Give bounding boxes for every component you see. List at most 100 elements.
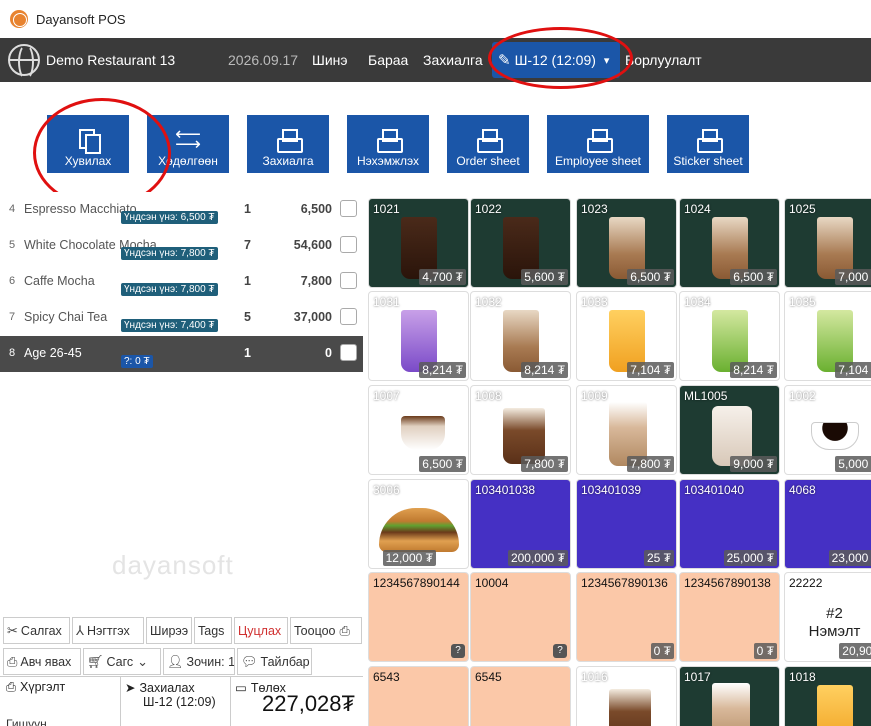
product-tile[interactable]: 10004? — [470, 572, 571, 662]
cart-button[interactable]: 🛒︎ Сагс ⌄ — [83, 648, 161, 675]
cancel-button[interactable]: Цуцлах — [234, 617, 288, 644]
product-tile[interactable]: 1035 7,104 ₮ — [784, 291, 871, 381]
takeaway-button[interactable]: ⎙ Авч явах — [3, 648, 81, 675]
product-text: #2 Нэмэлт — [808, 605, 861, 640]
product-tile[interactable]: 1031 8,214 ₮ — [368, 291, 469, 381]
drink-image — [712, 683, 750, 726]
product-tile[interactable]: 1008 7,800 ₮ — [470, 385, 571, 475]
order-row[interactable]: 7 Spicy Chai Tea Үндсэн үнэ: 7,400 ₮ 5 37,00… — [0, 300, 363, 336]
order-row[interactable]: 5 White Chocolate Mocha Үндсэн үнэ: 7,800 … — [0, 228, 363, 264]
order-index: 6 — [9, 275, 16, 287]
nav-goods[interactable]: Бараа — [368, 52, 408, 68]
row-checkbox[interactable] — [340, 344, 357, 361]
product-tile[interactable]: 1007 6,500 ₮ — [368, 385, 469, 475]
member-label: Гишүүн — [6, 717, 47, 726]
product-tile[interactable]: 1032 8,214 ₮ — [470, 291, 571, 381]
product-tile[interactable]: 1234567890144? — [368, 572, 469, 662]
product-tile[interactable]: 103401039 25 ₮ — [576, 479, 677, 569]
action-label: Employee sheet — [554, 154, 642, 168]
button-label: Tags — [198, 623, 225, 638]
product-tile[interactable]: 1023 6,500 ₮ — [576, 198, 677, 288]
product-tile[interactable]: 1009 7,800 ₮ — [576, 385, 677, 475]
product-code: 1025 — [789, 202, 816, 216]
nav-new[interactable]: Шинэ — [312, 52, 348, 68]
product-tile[interactable]: 22222 #2 Нэмэлт 20,900 — [784, 572, 871, 662]
tools-row-2: ⎙ Авч явах 🛒︎ Сагс ⌄ 👤︎ Зочин: 1 💬︎ Тайлбар — [0, 645, 363, 675]
product-tile[interactable]: 1025 7,000 ₮ — [784, 198, 871, 288]
comment-icon: 💬︎ — [241, 653, 258, 669]
product-tile[interactable]: 1018 — [784, 666, 871, 726]
employee-sheet-button[interactable]: Employee sheet — [547, 115, 649, 173]
restaurant-name[interactable]: Demo Restaurant 13 — [46, 52, 175, 68]
row-checkbox[interactable] — [340, 272, 357, 289]
product-code: 1031 — [373, 295, 400, 309]
invoice-print-button[interactable]: Нэхэмжлэх — [347, 115, 429, 173]
product-tile[interactable]: 1234567890138 0 ₮ — [679, 572, 780, 662]
product-tile[interactable]: 6545 — [470, 666, 571, 726]
order-print-button[interactable]: Захиалга — [247, 115, 329, 173]
delivery-button[interactable]: ⎙ Хүргэлт Гишүүн — [0, 677, 121, 726]
product-code: 6545 — [475, 670, 502, 684]
row-checkbox[interactable] — [340, 200, 357, 217]
move-button[interactable]: ⟵ ⟶ Хөдөлгөөн — [147, 115, 229, 173]
globe-icon[interactable] — [8, 44, 40, 80]
row-checkbox[interactable] — [340, 308, 357, 325]
product-price: 7,800 ₮ — [521, 456, 568, 472]
copy-button[interactable]: Хувилах — [47, 115, 129, 173]
merge-button[interactable]: ⅄ Нэгтгэх — [72, 617, 144, 644]
order-row[interactable]: 8 Age 26-45 ?: 0 ₮ 1 0 — [0, 336, 363, 372]
tags-button[interactable]: Tags — [194, 617, 232, 644]
product-tile[interactable]: 1017 — [679, 666, 780, 726]
product-code: 10004 — [475, 576, 509, 590]
send-order-button[interactable]: ➤ Захиалах Ш-12 (12:09) — [121, 677, 231, 726]
product-code: 1234567890144 — [373, 576, 460, 590]
table-selector-button[interactable]: ✎ Ш-12 (12:09) ▾ — [492, 42, 620, 78]
product-tile[interactable]: 4068 23,000 ₮ — [784, 479, 871, 569]
guest-button[interactable]: 👤︎ Зочин: 1 — [163, 648, 235, 675]
action-label: Нэхэмжлэх — [356, 154, 420, 168]
order-sheet-button[interactable]: Order sheet — [447, 115, 529, 173]
product-price: 7,000 ₮ — [835, 269, 871, 285]
user-icon: 👤︎ — [167, 653, 184, 669]
drink-image — [817, 685, 853, 726]
product-tile[interactable]: 1234567890136 0 ₮ — [576, 572, 677, 662]
split-button[interactable]: ✂ Салгах — [3, 617, 70, 644]
order-row[interactable]: 6 Caffe Mocha Үндсэн үнэ: 7,800 ₮ 1 7,800 — [0, 264, 363, 300]
table-label: Ш-12 (12:09) — [514, 52, 596, 68]
button-label: Тооцоо — [294, 623, 336, 638]
product-code: 1033 — [581, 295, 608, 309]
printer-icon: ⎙ — [6, 680, 17, 694]
product-tile[interactable]: 1022 5,600 ₮ — [470, 198, 571, 288]
product-tile[interactable]: 103401038 200,000 ₮ — [470, 479, 571, 569]
product-tile[interactable]: 1002 5,000 ₮ — [784, 385, 871, 475]
printer-icon — [277, 129, 303, 153]
bill-button[interactable]: Тооцоо ⎙ — [290, 617, 362, 644]
product-tile[interactable]: 1034 8,214 ₮ — [679, 291, 780, 381]
table-button[interactable]: Ширээ — [146, 617, 192, 644]
product-price: 4,700 ₮ — [419, 269, 466, 285]
product-tile[interactable]: 1024 6,500 ₮ — [679, 198, 780, 288]
nav-sales[interactable]: Борлуулалт — [625, 52, 702, 68]
product-tile[interactable]: ML1005 9,000 ₮ — [679, 385, 780, 475]
product-tile[interactable]: 103401040 25,000 ₮ — [679, 479, 780, 569]
note-button[interactable]: 💬︎ Тайлбар — [237, 648, 312, 675]
product-tile[interactable]: 6543 — [368, 666, 469, 726]
action-label: Order sheet — [456, 154, 520, 168]
product-tile[interactable]: 1016 — [576, 666, 677, 726]
nav-order[interactable]: Захиалга — [423, 52, 483, 68]
order-index: 5 — [9, 239, 16, 251]
product-tile[interactable]: 3006 12,000 ₮ 20% — [368, 479, 469, 569]
item-amount: 54,600 — [293, 238, 332, 252]
item-name: Espresso Macchiato — [24, 202, 137, 216]
tools-row-1: ✂ Салгах ⅄ Нэгтгэх Ширээ Tags Цуцлах Тооцо… — [0, 614, 363, 644]
product-tile[interactable]: 1021 4,700 ₮ — [368, 198, 469, 288]
sticker-sheet-button[interactable]: Sticker sheet — [667, 115, 749, 173]
product-tile[interactable]: 1033 7,104 ₮ — [576, 291, 677, 381]
product-code: 1018 — [789, 670, 816, 684]
row-checkbox[interactable] — [340, 236, 357, 253]
item-amount: 7,800 — [300, 274, 332, 288]
product-code: 103401039 — [581, 483, 642, 497]
product-price: 5,600 ₮ — [521, 269, 568, 285]
order-row[interactable]: 4 Espresso Macchiato Үндсэн үнэ: 6,500 ₮ 1 6… — [0, 192, 363, 228]
product-code: 3006 — [373, 483, 400, 497]
